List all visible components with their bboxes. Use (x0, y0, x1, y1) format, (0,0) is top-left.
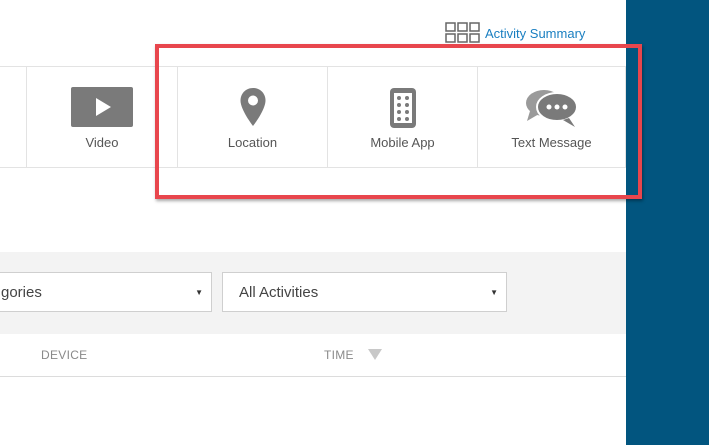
activities-select-value: All Activities (239, 284, 319, 301)
activity-type-label: Mobile App (370, 135, 435, 150)
activity-type-video[interactable]: Video (26, 67, 177, 167)
activities-select[interactable]: All Activities ▼ (222, 272, 507, 312)
map-pin-icon (240, 88, 265, 126)
activity-summary-label: Activity Summary (485, 25, 586, 41)
column-header-time[interactable]: TIME (324, 348, 354, 362)
grid-icon (445, 22, 480, 43)
activity-summary-link[interactable]: Activity Summary (445, 22, 585, 44)
activity-type-label: Text Message (511, 135, 592, 150)
mobile-phone-icon (389, 88, 416, 128)
chevron-down-icon: ▼ (490, 288, 498, 297)
table-header: DEVICE TIME (0, 334, 626, 377)
categories-select-value: gories (1, 284, 42, 301)
activity-type-strip: Video Location Mobile App Text Message (0, 66, 626, 168)
column-header-device[interactable]: DEVICE (41, 348, 87, 362)
main-content: Activity Summary Video Location Mobile A… (0, 0, 626, 445)
activity-type-mobile-app[interactable]: Mobile App (327, 67, 477, 167)
chat-bubbles-icon (525, 90, 578, 127)
activity-type-label: Video (85, 135, 119, 150)
chevron-down-icon: ▼ (195, 288, 203, 297)
activity-type-label: Location (227, 135, 278, 150)
side-panel (626, 0, 709, 445)
activity-type-location[interactable]: Location (177, 67, 327, 167)
categories-select[interactable]: gories ▼ (0, 272, 212, 312)
filter-bar: gories ▼ All Activities ▼ (0, 252, 626, 334)
sort-down-icon[interactable] (368, 349, 382, 360)
activity-type-text-message[interactable]: Text Message (477, 67, 626, 167)
video-play-icon (71, 87, 133, 127)
